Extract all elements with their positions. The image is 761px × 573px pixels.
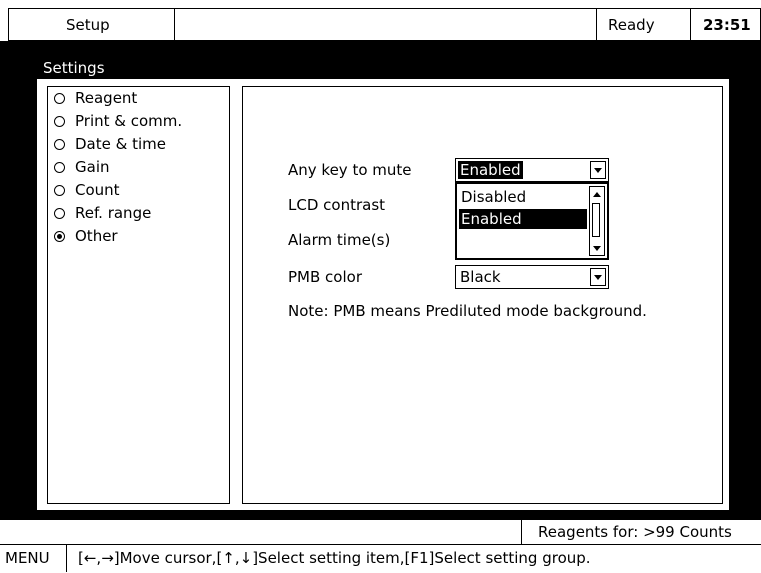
reagent-status: Reagents for: >99 Counts (521, 520, 761, 544)
scroll-thumb[interactable] (592, 203, 600, 237)
group-ref-range[interactable]: Ref. range (54, 202, 151, 225)
top-bar-spacer (174, 8, 597, 41)
group-print-comm[interactable]: Print & comm. (54, 110, 182, 133)
status-text: Ready (608, 15, 655, 34)
radio-icon (54, 162, 65, 173)
group-label: Date & time (75, 135, 166, 153)
settings-panel: Settings Reagent Print & comm. Date & ti… (37, 57, 729, 510)
setting-group-list: Reagent Print & comm. Date & time Gain C… (47, 86, 230, 504)
chevron-down-icon[interactable] (590, 161, 606, 179)
hint-bar: MENU [←,→]Move cursor,[↑,↓]Select settin… (0, 544, 761, 573)
group-label: Gain (75, 158, 110, 176)
radio-icon (54, 208, 65, 219)
group-label: Print & comm. (75, 112, 183, 130)
arrow-down-icon[interactable] (590, 241, 604, 255)
arrow-up-icon[interactable] (590, 187, 604, 201)
settings-detail: Any key to mute Enabled LCD contrast Ala… (242, 86, 723, 504)
group-reagent[interactable]: Reagent (54, 87, 137, 110)
radio-icon (54, 93, 65, 104)
hint-text: [←,→]Move cursor,[↑,↓]Select setting ite… (78, 549, 591, 567)
radio-icon (54, 139, 65, 150)
menu-button[interactable]: MENU (0, 545, 67, 572)
top-bar: Setup Ready 23:51 (0, 0, 761, 41)
mute-options-list[interactable]: Disabled Enabled (455, 182, 609, 260)
radio-icon (54, 185, 65, 196)
panel-title: Settings (37, 57, 729, 79)
group-label: Ref. range (75, 204, 152, 222)
mute-select[interactable]: Enabled (455, 158, 609, 182)
section-title-text: Setup (66, 15, 110, 34)
pmb-color-select[interactable]: Black (455, 265, 609, 289)
lcd-contrast-label: LCD contrast (288, 196, 386, 214)
chevron-down-icon[interactable] (590, 268, 606, 286)
option-disabled[interactable]: Disabled (459, 187, 528, 207)
group-count[interactable]: Count (54, 179, 120, 202)
reagent-status-bar: Reagents for: >99 Counts (0, 520, 761, 544)
pmb-color-label: PMB color (288, 268, 362, 286)
option-enabled[interactable]: Enabled (459, 209, 587, 229)
group-other[interactable]: Other (54, 225, 118, 248)
section-title: Setup (8, 8, 175, 41)
alarm-time-label: Alarm time(s) (288, 231, 391, 249)
status-indicator: Ready (596, 8, 691, 41)
clock: 23:51 (690, 8, 761, 41)
radio-icon (54, 116, 65, 127)
group-label: Other (75, 227, 118, 245)
mute-label: Any key to mute (288, 161, 412, 179)
group-label: Reagent (75, 89, 138, 107)
list-scrollbar[interactable] (589, 186, 605, 256)
radio-selected-icon (54, 231, 65, 242)
group-date-time[interactable]: Date & time (54, 133, 166, 156)
mute-value: Enabled (458, 161, 523, 179)
clock-text: 23:51 (703, 15, 751, 34)
pmb-color-value: Black (460, 268, 501, 286)
group-gain[interactable]: Gain (54, 156, 110, 179)
note-text: Note: PMB means Prediluted mode backgrou… (288, 302, 647, 320)
group-label: Count (75, 181, 120, 199)
